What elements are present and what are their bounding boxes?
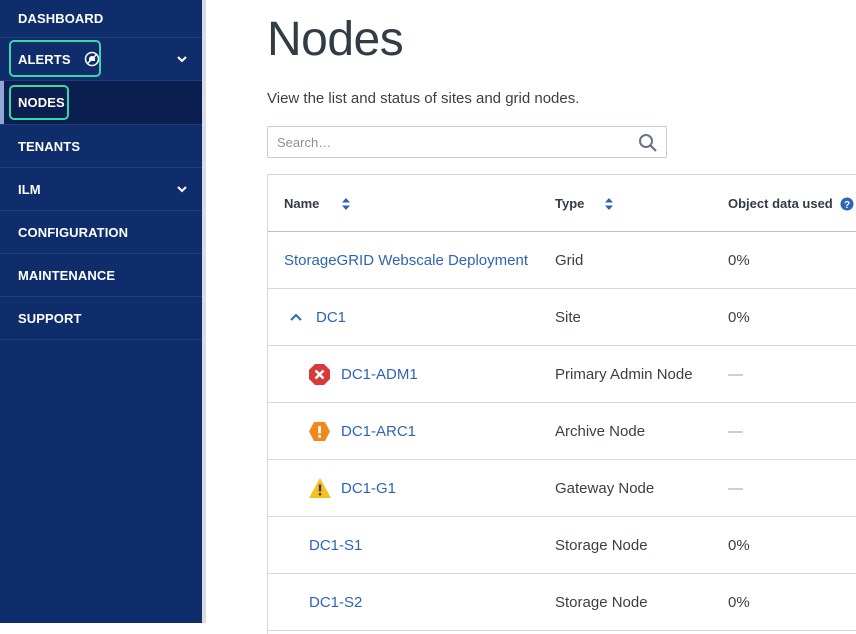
critical-alert-icon [309, 364, 330, 385]
sidebar-item-dashboard[interactable]: DASHBOARD [0, 0, 202, 38]
table-row: DC1-S2 Storage Node 0% [268, 574, 856, 631]
node-name-link[interactable]: DC1-ADM1 [341, 346, 418, 403]
page-title: Nodes [267, 13, 404, 66]
sort-icon[interactable] [604, 197, 614, 211]
sidebar-item-nodes[interactable]: NODES [0, 81, 202, 125]
page-subtitle: View the list and status of sites and gr… [267, 90, 580, 107]
chevron-down-icon[interactable] [176, 53, 188, 65]
object-data-used: 0% [728, 309, 750, 326]
object-data-used: 0% [728, 537, 750, 554]
sidebar-item-support[interactable]: SUPPORT [0, 297, 202, 340]
sidebar-item-label: CONFIGURATION [18, 224, 129, 240]
object-data-used: 0% [728, 252, 750, 269]
table-row: DC1-G1 Gateway Node — [268, 460, 856, 517]
node-name-link[interactable]: StorageGRID Webscale Deployment [284, 232, 528, 289]
node-type: Storage Node [555, 594, 648, 611]
sidebar-item-maintenance[interactable]: MAINTENANCE [0, 254, 202, 297]
search-input[interactable]: Search… [267, 126, 667, 158]
sidebar-item-label: SUPPORT [18, 310, 82, 326]
minor-alert-icon [309, 478, 331, 498]
sidebar-divider [202, 0, 206, 623]
node-name-link[interactable]: DC1-G1 [341, 460, 396, 517]
chevron-down-icon[interactable] [176, 183, 188, 195]
table-row: DC1-ADM1 Primary Admin Node — [268, 346, 856, 403]
object-data-used: 0% [728, 594, 750, 611]
table-row: DC1-ARC1 Archive Node — [268, 403, 856, 460]
node-name-link[interactable]: DC1-ARC1 [341, 403, 416, 460]
node-type: Storage Node [555, 537, 648, 554]
column-header-name[interactable]: Name [284, 175, 351, 232]
major-alert-icon [309, 422, 330, 441]
node-name-link[interactable]: DC1-S1 [309, 517, 362, 574]
node-type: Archive Node [555, 423, 646, 440]
sidebar-item-label: ILM [18, 181, 41, 197]
sidebar-item-label: TENANTS [18, 138, 81, 154]
node-type: Gateway Node [555, 480, 655, 497]
node-name-link[interactable]: DC1 [316, 289, 346, 346]
sidebar-item-label: DASHBOARD [18, 11, 104, 26]
svg-text:?: ? [844, 200, 850, 211]
sort-icon[interactable] [341, 197, 351, 211]
table-row: DC1 Site 0% [268, 289, 856, 346]
sidebar-item-alerts[interactable]: ALERTS [0, 38, 202, 81]
table-row: DC1-S1 Storage Node 0% [268, 517, 856, 574]
sidebar-item-tenants[interactable]: TENANTS [0, 125, 202, 168]
chevron-up-icon[interactable] [289, 312, 303, 322]
object-data-used: — [728, 480, 743, 497]
nodes-highlight-box [9, 85, 69, 120]
sidebar-item-label: MAINTENANCE [18, 267, 116, 283]
nodes-table: Name Type Object data used ? StorageGRID… [267, 174, 856, 634]
table-row: StorageGRID Webscale Deployment Grid 0% [268, 232, 856, 289]
sidebar-item-ilm[interactable]: ILM [0, 168, 202, 211]
search-icon[interactable] [638, 133, 658, 153]
sidebar-item-configuration[interactable]: CONFIGURATION [0, 211, 202, 254]
object-data-used: — [728, 366, 743, 383]
column-header-label: Name [284, 196, 320, 211]
column-header-label: Type [555, 196, 585, 211]
sidebar: DASHBOARD ALERTS NODES TENANTS ILM CONFI… [0, 0, 202, 623]
object-data-used: — [728, 423, 743, 440]
node-type: Primary Admin Node [555, 366, 693, 383]
node-type: Site [555, 309, 581, 326]
active-indicator [0, 81, 4, 124]
column-header-type[interactable]: Type [555, 175, 614, 232]
help-icon[interactable]: ? [840, 197, 854, 211]
search-placeholder: Search… [277, 134, 332, 150]
alerts-highlight-box [9, 40, 101, 77]
node-type: Grid [555, 252, 584, 269]
column-header-label: Object data used [728, 196, 833, 211]
node-name-link[interactable]: DC1-S2 [309, 574, 362, 631]
table-header: Name Type Object data used ? [268, 175, 856, 232]
column-header-object-data-used: Object data used ? [728, 175, 854, 232]
